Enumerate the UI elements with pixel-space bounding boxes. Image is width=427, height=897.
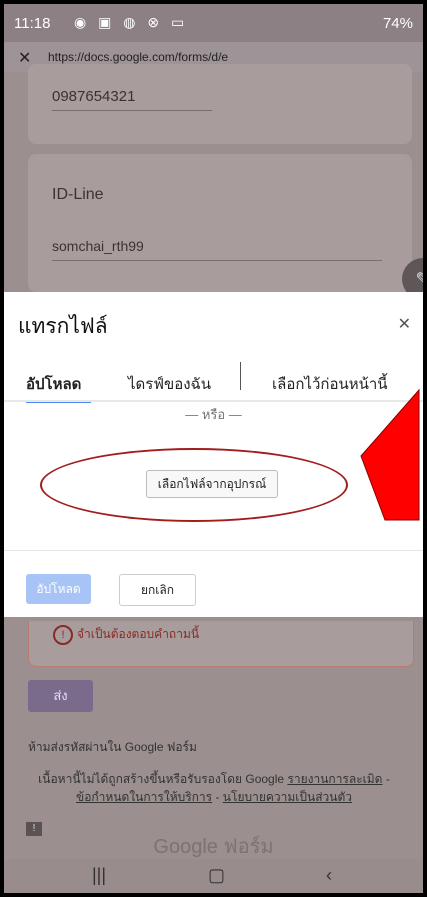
tab-upload[interactable]: อัปโหลด (26, 372, 81, 396)
line-underline (52, 260, 382, 261)
url-text: https://docs.google.com/forms/d/e (48, 50, 229, 64)
line-question-card: ID-Line somchai_rth99 (28, 154, 412, 292)
privacy-link[interactable]: นโยบายความเป็นส่วนตัว (223, 790, 352, 804)
annotation-arrow (360, 388, 420, 521)
tab-my-drive[interactable]: ไดรฟ์ของฉัน (128, 372, 211, 396)
notification-icons: ◉ ▣ ◍ ⊗ ▭ (74, 14, 189, 30)
dialog-title: แทรกไฟล์ (18, 315, 108, 338)
home-icon[interactable]: ▢ (208, 865, 225, 886)
android-nav-bar: ||| ▢ ‹ (4, 859, 423, 893)
insert-file-dialog: แทรกไฟล์ ✕ อัปโหลด ไดรฟ์ของฉัน เลือกไว้ก… (4, 292, 423, 617)
required-error-card: ! จำเป็นต้องตอบคำถามนี้ (28, 621, 414, 667)
required-message: จำเป็นต้องตอบคำถามนี้ (77, 627, 200, 641)
recent-apps-icon[interactable]: ||| (92, 865, 106, 886)
close-icon[interactable]: ✕ (18, 48, 31, 68)
phone-question-card: 0987654321 (28, 64, 412, 144)
phone-answer[interactable]: 0987654321 (52, 88, 135, 105)
battery-level: 74% (382, 15, 413, 32)
upload-button[interactable]: อัปโหลด (26, 574, 91, 604)
dialog-close-icon[interactable]: ✕ (398, 314, 411, 334)
annotation-arrow-shape (360, 388, 420, 521)
terms-link[interactable]: ข้อกำหนดในการให้บริการ (76, 790, 212, 804)
cancel-button[interactable]: ยกเลิก (119, 574, 196, 606)
status-time: 11:18 (14, 15, 51, 32)
footer-line-1: เนื้อหานี้ไม่ได้ถูกสร้างขึ้นหรือรับรองโด… (38, 772, 390, 786)
footer-disclaimer: เนื้อหานี้ไม่ได้ถูกสร้างขึ้นหรือรับรองโด… (38, 772, 285, 786)
tab-divider (240, 362, 241, 390)
annotation-ellipse (40, 448, 348, 522)
back-icon[interactable]: ‹ (326, 865, 332, 886)
alert-icon: ! (53, 625, 73, 645)
status-bar: 11:18 ◉ ▣ ◍ ⊗ ▭ 74% (4, 4, 423, 42)
no-password-note: ห้ามส่งรหัสผ่านใน Google ฟอร์ม (28, 740, 197, 754)
google-forms-logo: Google ฟอร์ม (153, 836, 274, 858)
footer-line-2: ข้อกำหนดในการให้บริการ - นโยบายความเป็นส… (76, 790, 352, 804)
phone-underline (52, 110, 212, 111)
report-abuse-link[interactable]: รายงานการละเมิด (287, 772, 382, 786)
dialog-footer-divider (4, 550, 423, 551)
submit-button[interactable]: ส่ง (28, 680, 93, 712)
line-question-title: ID-Line (52, 186, 104, 203)
line-answer[interactable]: somchai_rth99 (52, 238, 144, 254)
